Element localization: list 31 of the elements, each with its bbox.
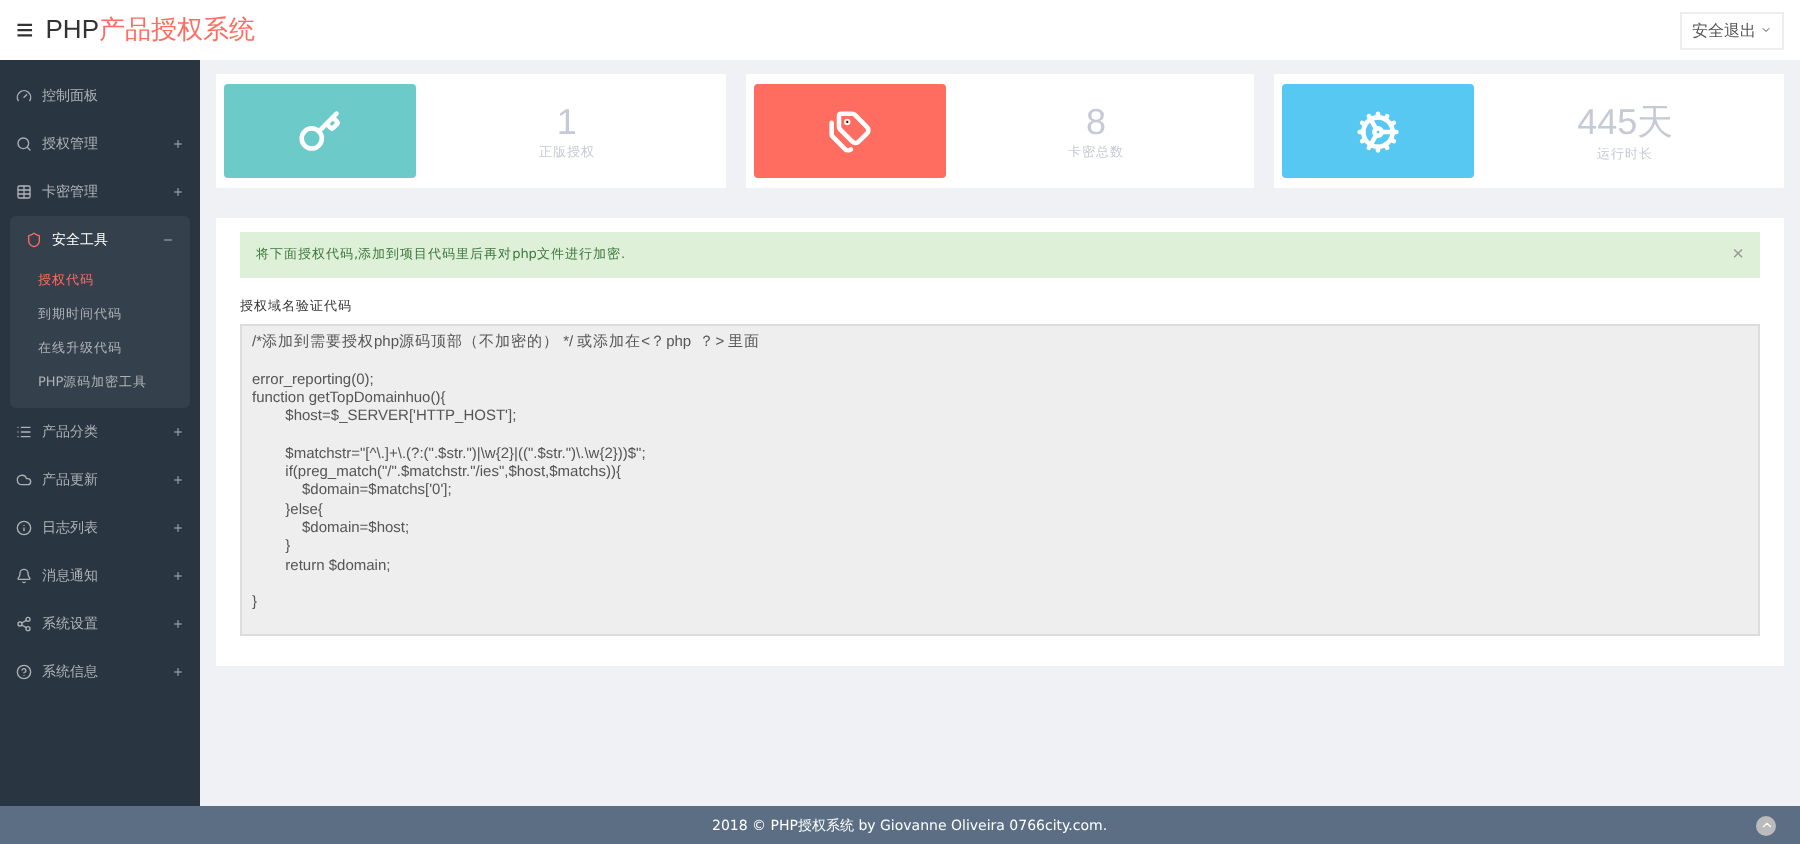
- gear-icon: [1356, 109, 1401, 153]
- help-icon: [16, 664, 32, 680]
- stat-value: 1: [556, 101, 577, 143]
- cloud-icon: [16, 472, 32, 488]
- scroll-top-button[interactable]: [1756, 815, 1776, 835]
- user-menu[interactable]: 安全退出: [1680, 11, 1784, 49]
- key-icon: [298, 109, 342, 153]
- stat-value: 445天: [1577, 100, 1674, 146]
- expand-icon: [172, 474, 184, 486]
- menu-button[interactable]: ≡: [16, 13, 34, 47]
- shield-icon: [26, 232, 42, 248]
- expand-icon: [172, 570, 184, 582]
- info-icon: [16, 520, 32, 536]
- expand-icon: [172, 186, 184, 198]
- app-title: PHP产品授权系统: [45, 12, 255, 48]
- table-icon: [16, 184, 32, 200]
- up-icon: [1759, 818, 1773, 832]
- expand-icon: [172, 666, 184, 678]
- caret-icon: [1760, 24, 1772, 36]
- list-icon: [16, 424, 32, 440]
- bell-icon: [16, 568, 32, 584]
- expand-icon: [172, 426, 184, 438]
- collapse-icon: [162, 234, 174, 246]
- gauge-icon: [16, 88, 32, 104]
- expand-icon: [172, 138, 184, 150]
- search-icon: [16, 136, 32, 152]
- share-icon: [16, 616, 32, 632]
- expand-icon: [172, 522, 184, 534]
- stat-value: 8: [1085, 101, 1106, 143]
- tag-icon: [827, 109, 872, 153]
- expand-icon: [172, 618, 184, 630]
